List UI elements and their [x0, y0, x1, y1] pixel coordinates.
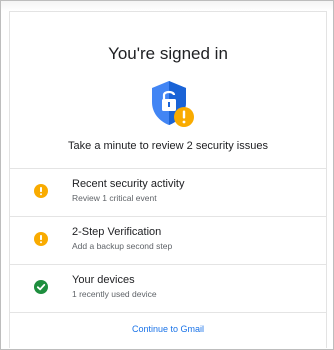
signin-card: You're signed in Take a minute to review…: [9, 11, 327, 348]
item-subtitle: Add a backup second step: [72, 241, 173, 251]
item-title: Recent security activity: [72, 178, 185, 190]
list-item-your-devices[interactable]: Your devices 1 recently used device: [10, 266, 326, 310]
divider: [10, 168, 326, 169]
list-item-recent-security-activity[interactable]: Recent security activity Review 1 critic…: [10, 170, 326, 214]
top-strip: [1, 1, 333, 11]
divider: [10, 264, 326, 265]
window-frame: You're signed in Take a minute to review…: [0, 0, 334, 350]
security-shield-icon: [150, 80, 196, 130]
divider: [10, 312, 326, 313]
page-title: You're signed in: [108, 44, 228, 63]
item-subtitle: 1 recently used device: [72, 289, 157, 299]
security-summary: Take a minute to review 2 security issue…: [68, 140, 268, 152]
check-icon: [34, 280, 48, 294]
warning-icon: [34, 232, 48, 246]
warning-icon: [34, 184, 48, 198]
item-title: Your devices: [72, 274, 135, 286]
item-title: 2-Step Verification: [72, 226, 162, 238]
divider: [10, 216, 326, 217]
item-subtitle: Review 1 critical event: [72, 193, 157, 203]
continue-to-gmail-link[interactable]: Continue to Gmail: [10, 324, 326, 334]
list-item-2-step-verification[interactable]: 2-Step Verification Add a backup second …: [10, 218, 326, 262]
